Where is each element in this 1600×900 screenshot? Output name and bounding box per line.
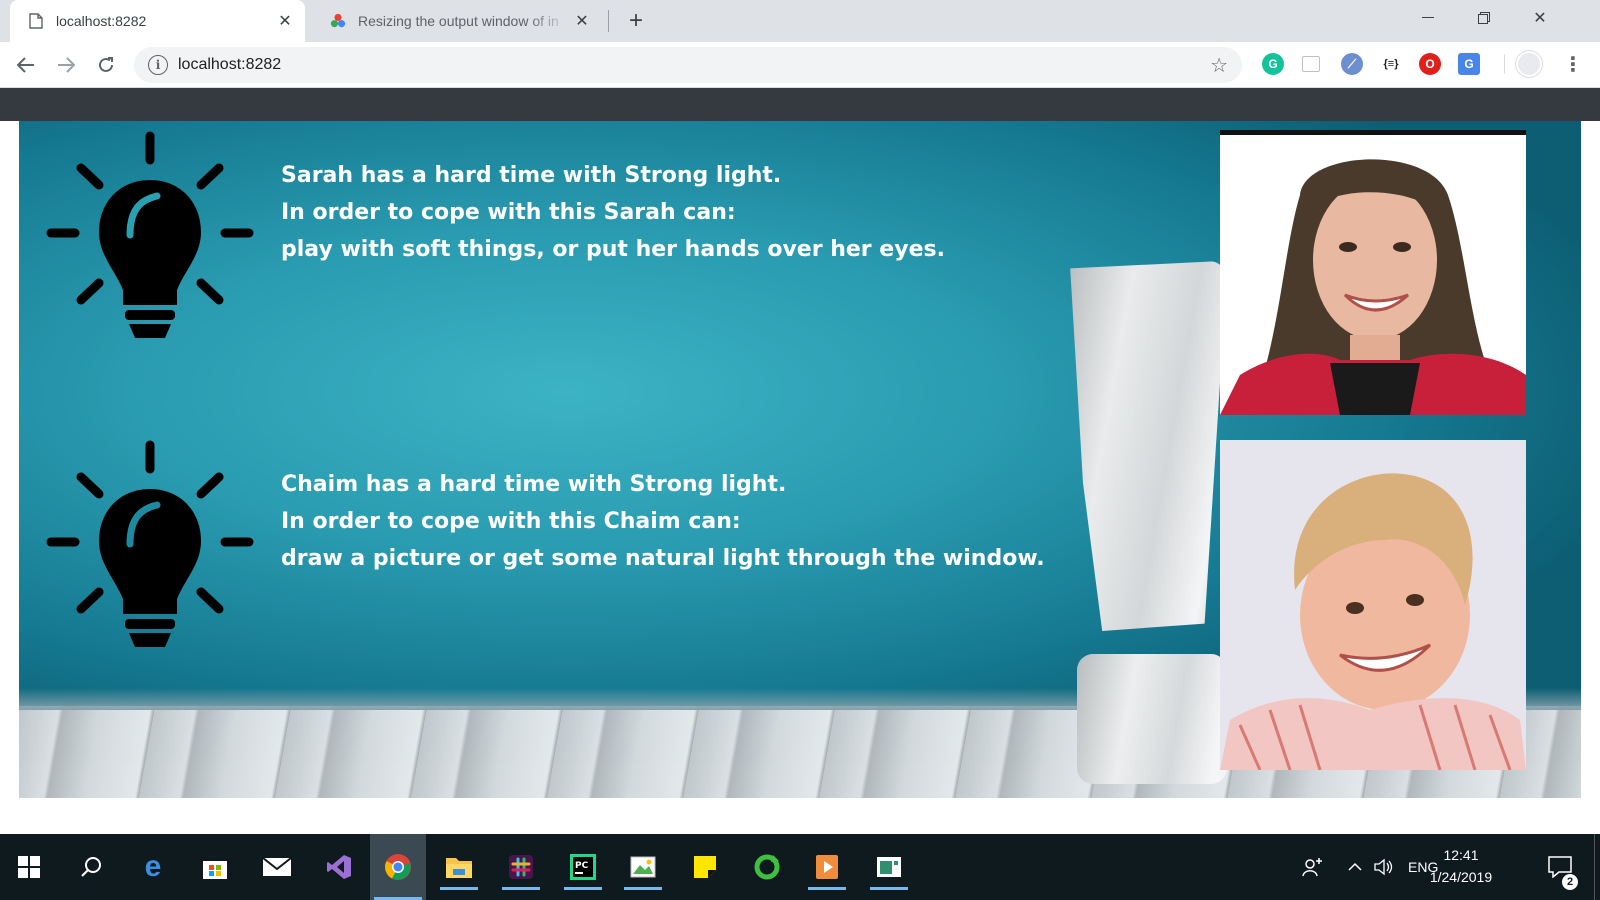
tab-resizing[interactable]: Resizing the output window of in ✕: [312, 0, 602, 42]
refresh-app-icon[interactable]: [744, 844, 790, 890]
clock-date: 1/24/2019: [1429, 869, 1493, 885]
page-header-bar: [0, 88, 1600, 121]
lightbulb-icon: [46, 131, 254, 338]
active-indicator: [564, 887, 602, 890]
windows-start-icon[interactable]: [6, 844, 52, 890]
new-tab-button[interactable]: +: [622, 7, 650, 35]
show-desktop-button[interactable]: [1594, 834, 1600, 900]
svg-text:PC: PC: [575, 861, 589, 871]
message-line: Sarah has a hard time with Strong light.: [281, 163, 782, 188]
visual-studio-icon[interactable]: [316, 844, 362, 890]
active-indicator: [624, 887, 662, 890]
reload-button[interactable]: [92, 51, 120, 79]
volume-icon[interactable]: [1374, 834, 1394, 900]
message-line: Chaim has a hard time with Strong light.: [281, 472, 787, 497]
notification-count-badge: 2: [1562, 874, 1578, 890]
slack-icon[interactable]: [498, 844, 544, 890]
mail-icon[interactable]: [254, 844, 300, 890]
site-icon: [330, 13, 346, 29]
media-player-icon[interactable]: [804, 844, 850, 890]
edge-icon[interactable]: e: [130, 844, 176, 890]
info-icon[interactable]: i: [148, 55, 168, 75]
restore-button[interactable]: [1456, 0, 1512, 36]
app-window-icon[interactable]: [866, 844, 912, 890]
tab-separator: [608, 10, 609, 32]
tab-title: localhost:8282: [56, 13, 147, 29]
chrome-icon[interactable]: [370, 834, 426, 900]
page-icon: [28, 13, 44, 29]
lightbulb-icon: [46, 440, 254, 647]
tab-strip: localhost:8282 ✕ Resizing the output win…: [0, 0, 1600, 42]
clock[interactable]: 12:41 1/24/2019: [1418, 844, 1504, 888]
exclamation-mark-dot: [1077, 654, 1227, 784]
clock-time: 12:41: [1443, 847, 1479, 863]
feather-icon[interactable]: ⟋: [1341, 53, 1363, 75]
address-bar[interactable]: i localhost:8282 ☆: [134, 47, 1242, 83]
toolbar-separator: [1504, 54, 1505, 74]
profile-avatar-icon[interactable]: [1516, 51, 1542, 77]
search-icon[interactable]: [68, 844, 114, 890]
file-explorer-icon[interactable]: [436, 844, 482, 890]
active-indicator: [870, 887, 908, 890]
sarah-message: Sarah has a hard time with Strong light.…: [281, 157, 945, 268]
show-hidden-icons-chevron-icon[interactable]: [1348, 834, 1362, 900]
active-indicator: [808, 887, 846, 890]
menu-icon[interactable]: ⋮: [1562, 53, 1584, 76]
notifications-icon[interactable]: [1548, 834, 1572, 900]
chaim-photo: [1220, 440, 1526, 770]
close-tab-icon[interactable]: ✕: [570, 9, 594, 33]
people-icon[interactable]: [1302, 834, 1324, 900]
tab-localhost[interactable]: localhost:8282 ✕: [10, 0, 305, 42]
sticky-notes-icon[interactable]: [682, 844, 728, 890]
close-window-button[interactable]: ✕: [1512, 0, 1568, 36]
photos-icon[interactable]: [620, 844, 666, 890]
exclamation-mark-bar: [1070, 261, 1226, 631]
store-icon[interactable]: [192, 844, 238, 890]
translate-icon[interactable]: G: [1458, 53, 1480, 75]
json-icon[interactable]: {≡}: [1380, 53, 1402, 75]
tab-title: Resizing the output window of in: [358, 13, 559, 29]
message-line: In order to cope with this Sarah can:: [281, 200, 736, 225]
layout-icon[interactable]: [1302, 56, 1320, 72]
minimize-button[interactable]: [1400, 0, 1456, 36]
chaim-message: Chaim has a hard time with Strong light.…: [281, 466, 1045, 577]
back-button[interactable]: [12, 51, 40, 79]
pycharm-icon[interactable]: PC: [560, 844, 606, 890]
grammarly-icon[interactable]: G: [1262, 53, 1284, 75]
bookmark-star-icon[interactable]: ☆: [1210, 53, 1228, 78]
close-tab-icon[interactable]: ✕: [273, 9, 297, 33]
opera-icon[interactable]: O: [1419, 53, 1441, 75]
message-line: draw a picture or get some natural light…: [281, 546, 1045, 571]
sarah-photo: [1220, 130, 1526, 415]
url-text: localhost:8282: [178, 56, 282, 73]
forward-button[interactable]: [52, 51, 80, 79]
message-line: In order to cope with this Chaim can:: [281, 509, 741, 534]
active-indicator: [502, 887, 540, 890]
message-line: play with soft things, or put her hands …: [281, 237, 945, 262]
active-indicator: [440, 887, 478, 890]
